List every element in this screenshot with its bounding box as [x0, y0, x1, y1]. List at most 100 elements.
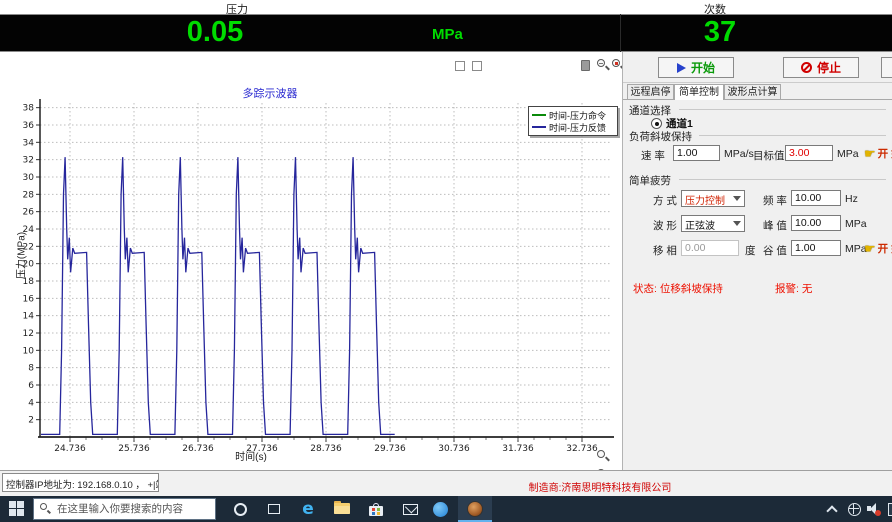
controller-ip-status: 控制器IP地址为: 192.168.0.10 ， +|端口51185 [2, 473, 159, 492]
svg-text:18: 18 [23, 277, 35, 287]
cursor-tool-icon[interactable] [581, 60, 590, 71]
freq-input[interactable]: 10.00 [791, 190, 841, 206]
ime-button[interactable] [882, 497, 892, 521]
valley-label: 谷 值 [763, 243, 787, 258]
fatigue-group-label: 简单疲劳 [629, 173, 675, 188]
task-view-icon [268, 504, 280, 514]
svg-text:25.736: 25.736 [118, 444, 150, 454]
chevron-down-icon [733, 196, 741, 201]
freq-label: 频 率 [763, 193, 787, 208]
start-button[interactable]: 开始 [658, 57, 734, 78]
status-text: 状态: 位移斜坡保持 [633, 281, 723, 296]
manufacturer-text: 制造商:济南思明特科技有限公司 [500, 479, 700, 494]
play-icon [677, 63, 686, 73]
svg-text:28: 28 [23, 190, 35, 200]
svg-text:28.736: 28.736 [310, 444, 342, 454]
tab-simple-control[interactable]: 简单控制 [674, 84, 724, 100]
svg-text:2: 2 [28, 416, 34, 426]
stop-button[interactable]: 停止 [783, 57, 859, 78]
volume-muted-icon [867, 503, 881, 515]
rate-label: 速 率 [641, 148, 665, 163]
svg-text:32: 32 [23, 156, 34, 166]
svg-text:24: 24 [23, 225, 35, 235]
target-unit: MPa [837, 148, 859, 160]
file-explorer-button[interactable] [330, 497, 354, 521]
chart-legend: 时间-压力命令 时间-压力反馈 [528, 106, 618, 136]
zoom-out-icon[interactable] [596, 58, 610, 72]
fatigue-start-button[interactable]: ☛ 开 始 [864, 241, 892, 256]
chevron-down-icon [733, 221, 741, 226]
rate-unit: MPa/s [724, 148, 754, 160]
hand-pointer-icon: ☛ [864, 149, 876, 159]
freq-unit: Hz [845, 193, 858, 205]
tab-waveform-point-calc[interactable]: 波形点计算 [724, 84, 781, 99]
mail-icon [403, 504, 418, 515]
tab-remote-start-stop[interactable]: 远程启停 [627, 84, 674, 99]
edge-icon: e [302, 499, 314, 519]
button-row-separator [623, 82, 892, 83]
svg-text:38: 38 [23, 104, 35, 114]
display-divider [620, 14, 621, 52]
ramp-start-button[interactable]: ☛ 开 始 [864, 146, 892, 161]
start-menu-button[interactable] [9, 501, 24, 516]
pressure-unit: MPa [432, 26, 463, 43]
wave-select[interactable]: 正弦波 [681, 215, 745, 232]
browser-button[interactable] [428, 497, 452, 521]
svg-text:10: 10 [23, 346, 35, 356]
legend-swatch-feedback [532, 126, 546, 128]
svg-text:4: 4 [28, 398, 34, 408]
svg-text:30: 30 [23, 173, 35, 183]
mode-select[interactable]: 压力控制 [681, 190, 745, 207]
control-panel: 开始 停止 远程启停 简单控制 波形点计算 通道选择 通道1 负荷斜坡保持 速 … [623, 52, 892, 470]
svg-text:30.736: 30.736 [438, 444, 470, 454]
legend-swatch-command [532, 114, 546, 116]
cortana-button[interactable] [228, 497, 252, 521]
folder-icon [334, 503, 350, 515]
svg-text:31.736: 31.736 [502, 444, 534, 454]
svg-text:6: 6 [28, 381, 34, 391]
svg-text:20: 20 [23, 260, 35, 270]
chart-option-checkbox-2[interactable] [472, 61, 482, 71]
valley-input[interactable]: 1.00 [791, 240, 841, 256]
alarm-text: 报警: 无 [775, 281, 812, 296]
legend-entry-feedback: 时间-压力反馈 [532, 121, 614, 133]
mode-label: 方 式 [653, 193, 677, 208]
count-value: 37 [655, 16, 785, 49]
store-button[interactable] [364, 497, 388, 521]
peak-input[interactable]: 10.00 [791, 215, 841, 231]
rate-input[interactable]: 1.00 [673, 145, 720, 161]
chart-option-checkbox-1[interactable] [455, 61, 465, 71]
svg-text:32.736: 32.736 [566, 444, 598, 454]
search-icon [40, 503, 52, 515]
radio-selected-icon [651, 118, 662, 129]
svg-text:24.736: 24.736 [54, 444, 86, 454]
phase-label: 移 相 [653, 243, 677, 258]
peak-unit: MPa [845, 218, 867, 230]
phase-unit: 度 [745, 243, 756, 258]
edge-button[interactable]: e [296, 497, 320, 521]
task-view-button[interactable] [262, 497, 286, 521]
control-app-button[interactable] [463, 497, 487, 521]
tray-expand-button[interactable] [820, 497, 844, 521]
svg-text:14: 14 [23, 312, 35, 322]
phase-input[interactable]: 0.00 [681, 240, 739, 256]
tabs-baseline [623, 99, 892, 100]
browser-icon [433, 502, 448, 517]
target-label: 目标值 [753, 148, 785, 163]
target-input[interactable]: 3.00 [785, 145, 833, 161]
extra-button[interactable] [881, 57, 892, 78]
svg-text:29.736: 29.736 [374, 444, 406, 454]
svg-text:16: 16 [23, 294, 35, 304]
fatigue-group-line [679, 179, 886, 180]
svg-text:36: 36 [23, 121, 35, 131]
channel-group-label: 通道选择 [629, 103, 675, 118]
stop-icon [801, 62, 812, 73]
mail-button[interactable] [398, 497, 422, 521]
taskbar-search[interactable] [33, 498, 216, 520]
ramp-group-line [699, 135, 886, 136]
chart-zoom-y-in-icon[interactable] [596, 449, 610, 463]
search-input[interactable] [57, 503, 202, 515]
oscilloscope-chart: 246810121416182022242628303234363824.736… [0, 95, 622, 465]
channel-group-line [679, 109, 886, 110]
chart-x-axis-label: 时间(s) [205, 448, 297, 463]
